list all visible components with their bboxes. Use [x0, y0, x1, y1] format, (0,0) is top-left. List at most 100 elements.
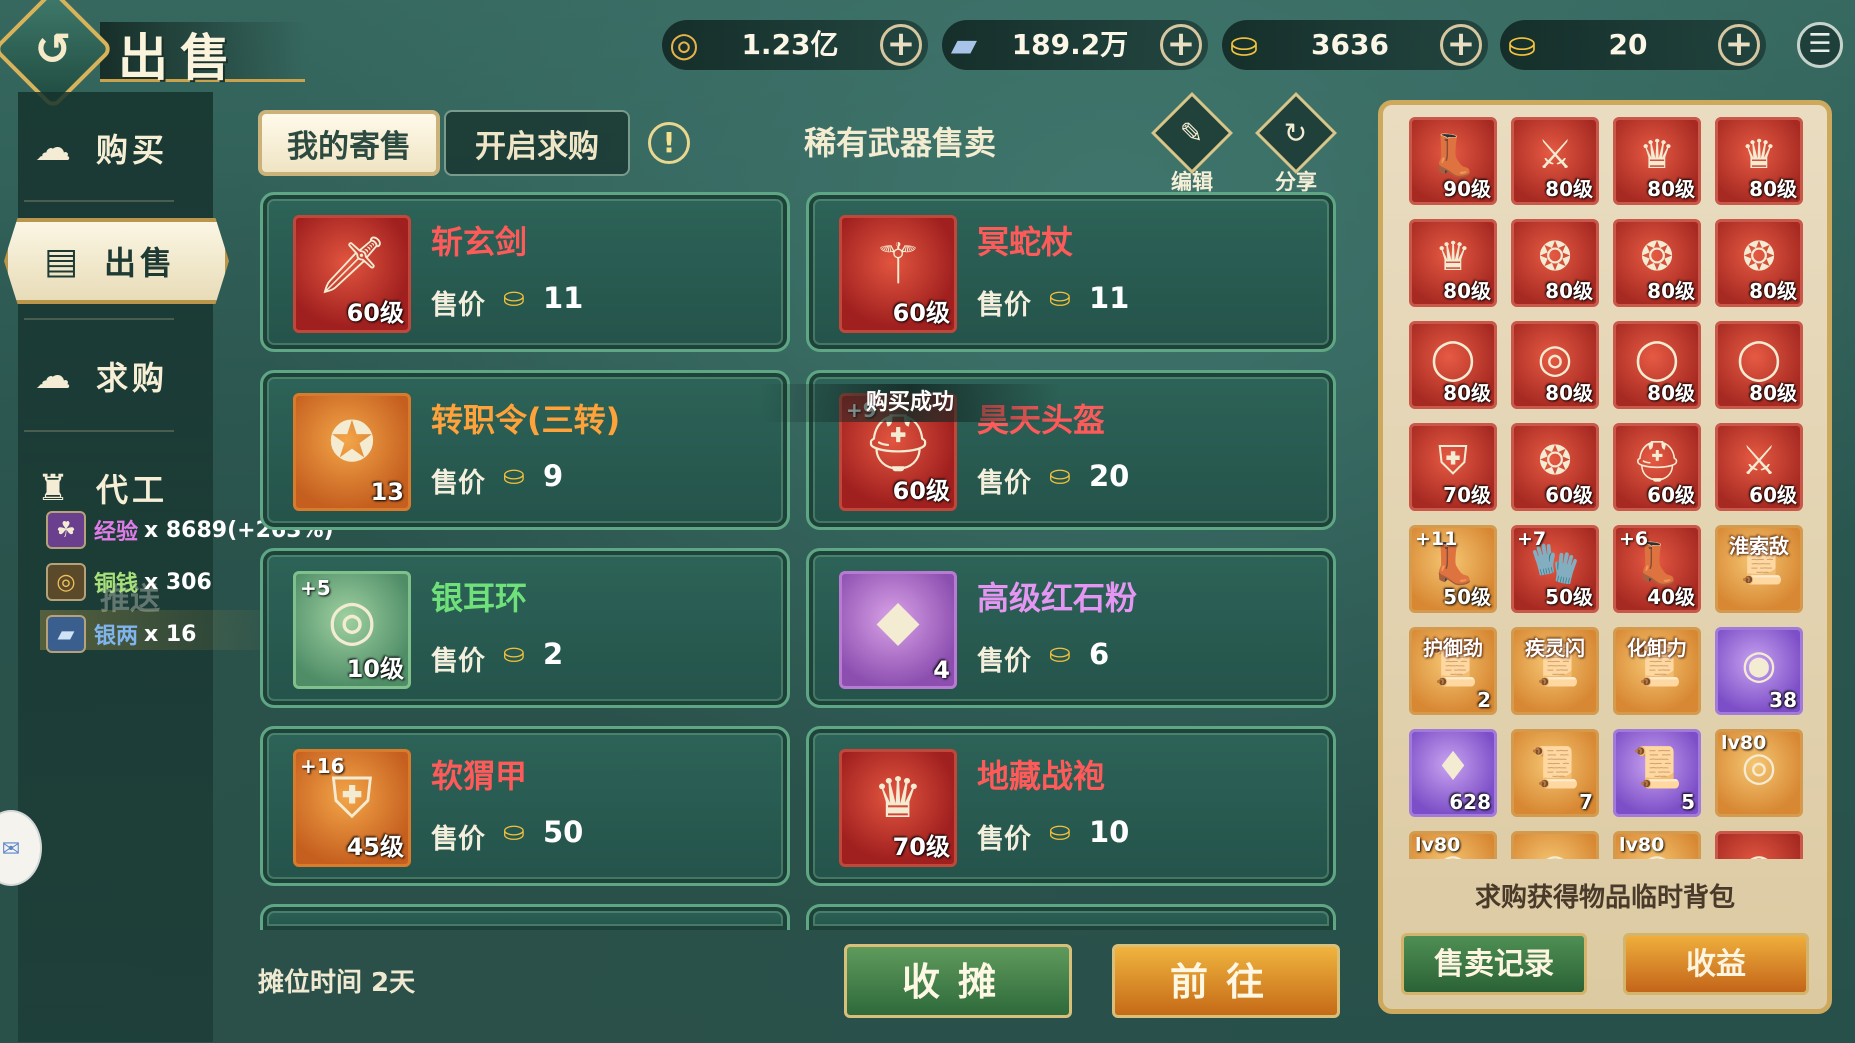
inventory-slot[interactable]: ♛ 80级 — [1409, 219, 1497, 307]
inventory-slot[interactable]: 📜 5 — [1613, 729, 1701, 817]
sale-card-partial — [806, 904, 1336, 930]
item-icon: ❂ — [1538, 234, 1572, 280]
inventory-slot[interactable]: ⛨ 70级 — [1409, 423, 1497, 511]
inventory-slot[interactable]: ♦ 628 — [1409, 729, 1497, 817]
slot-label: 40级 — [1647, 585, 1695, 609]
sale-card[interactable]: ✪ 13 转职令(三转) 售价 ⛀ 9 — [260, 370, 790, 530]
inventory-slot[interactable]: 🧤 +7 50级 — [1511, 525, 1599, 613]
inventory-slot[interactable]: ♛ 80级 — [1715, 117, 1803, 205]
inventory-slot[interactable]: ◎ 80级 — [1511, 321, 1599, 409]
slot-label: 60级 — [1545, 483, 1593, 507]
item-thumbnail: ✪ 13 — [293, 393, 411, 511]
info-icon[interactable]: ! — [648, 122, 690, 164]
item-count: 13 — [370, 478, 404, 506]
inventory-slot[interactable]: ◎ — [1511, 831, 1599, 859]
slot-enhance: +11 — [1415, 528, 1458, 550]
inventory-slot[interactable]: 👢 90级 — [1409, 117, 1497, 205]
sale-card[interactable]: ◆ 4 高级红石粉 售价 ⛀ 6 — [806, 548, 1336, 708]
close-stall-button[interactable]: 收摊 — [844, 944, 1072, 1018]
inventory-slot[interactable]: ⚔ 60级 — [1715, 423, 1803, 511]
inventory-slot[interactable]: ⚔ 80级 — [1511, 117, 1599, 205]
reward-silver: ▰ 银两 x 16 — [46, 614, 196, 654]
item-thumbnail: ⚚ 60级 — [839, 215, 957, 333]
edit-icon: ✎ — [1180, 116, 1204, 150]
inventory-slot[interactable]: ◎lv80 — [1715, 729, 1803, 817]
item-name: 高级红石粉 — [977, 579, 1138, 617]
reward-count: x 306 — [144, 569, 212, 595]
inventory-slot[interactable]: 📜 护御劲 2 — [1409, 627, 1497, 715]
inventory-slot[interactable]: ♛ 80级 — [1613, 117, 1701, 205]
inventory-slot[interactable]: ◎ — [1715, 831, 1803, 859]
inventory-slot[interactable]: 👢 +6 40级 — [1613, 525, 1701, 613]
sale-card[interactable]: ⚚ 60级 冥蛇杖 售价 ⛀ 11 — [806, 192, 1336, 352]
tab-open-request[interactable]: 开启求购 — [444, 110, 630, 176]
item-thumbnail: ◎ +5 10级 — [293, 571, 411, 689]
gold-ingot-icon: ⛀ — [503, 817, 525, 847]
slot-label: 80级 — [1545, 381, 1593, 405]
item-icon: ⚔ — [1741, 438, 1777, 484]
inventory-slot[interactable]: ❂ 80级 — [1715, 219, 1803, 307]
item-price: 2 — [543, 637, 564, 671]
price-label: 售价 — [977, 290, 1031, 321]
slot-label: 80级 — [1443, 279, 1491, 303]
inventory-slot[interactable]: ◉ 38 — [1715, 627, 1803, 715]
item-level: 45级 — [346, 833, 404, 861]
silver-ingot-icon: ▰ — [46, 615, 86, 653]
inventory-slot[interactable]: ◎lv80 — [1409, 831, 1497, 859]
slot-enhance: lv80 — [1415, 834, 1461, 856]
slot-label: 80级 — [1647, 279, 1695, 303]
add-currency-button[interactable]: + — [1440, 24, 1482, 66]
sale-card[interactable]: ⛨ +16 45级 软猬甲 售价 ⛀ 50 — [260, 726, 790, 886]
gold-ingot-icon: ⛀ — [1049, 817, 1071, 847]
add-currency-button[interactable]: + — [1718, 24, 1760, 66]
edit-button[interactable]: ✎ 编辑 — [1150, 91, 1234, 194]
add-currency-button[interactable]: + — [1160, 24, 1202, 66]
inventory-slot[interactable]: 📜 淮索敌 — [1715, 525, 1803, 613]
nav-item-buy[interactable]: ☁ 购买 — [0, 106, 195, 190]
item-icon: ♦ — [1435, 744, 1471, 790]
nav-label: 代工 — [96, 471, 169, 509]
gold-ingot-icon: ⛀ — [1229, 25, 1259, 65]
nav-item-request[interactable]: ☁ 求购 — [0, 334, 195, 418]
add-currency-button[interactable]: + — [880, 24, 922, 66]
sale-records-button[interactable]: 售卖记录 — [1401, 933, 1587, 995]
inventory-slot[interactable]: 📜 化卸力 — [1613, 627, 1701, 715]
nav-label: 购买 — [96, 131, 169, 169]
slot-enhance: +6 — [1619, 528, 1649, 550]
back-arrow-icon: ↺ — [34, 23, 72, 75]
sale-card[interactable]: ♛ 70级 地藏战袍 售价 ⛀ 10 — [806, 726, 1336, 886]
list-icon: ☰ — [1808, 29, 1832, 59]
inventory-slot[interactable]: 📜 疾灵闪 — [1511, 627, 1599, 715]
inventory-slot[interactable]: ◯ 80级 — [1409, 321, 1497, 409]
enhance-level: +16 — [300, 754, 345, 778]
toast-message: 购买成功 — [760, 384, 1060, 422]
inventory-slot[interactable]: ❂ 80级 — [1511, 219, 1599, 307]
reward-copper: ◎ 铜钱 x 306 — [46, 562, 212, 602]
item-name: 斩玄剑 — [431, 223, 528, 261]
inventory-slot[interactable]: ❂ 80级 — [1613, 219, 1701, 307]
gold-ingot-icon: ⛀ — [1507, 25, 1537, 65]
earnings-button[interactable]: 收益 — [1623, 933, 1809, 995]
item-icon: ◉ — [1741, 642, 1777, 688]
slot-title: 淮索敌 — [1729, 534, 1789, 558]
nav-item-sell[interactable]: ▤ 出售 — [4, 218, 229, 304]
inventory-slot[interactable]: 📜 7 — [1511, 729, 1599, 817]
inventory-slot[interactable]: ◎lv80 — [1613, 831, 1701, 859]
slot-label: 80级 — [1749, 279, 1797, 303]
menu-button[interactable]: ☰ — [1797, 22, 1843, 68]
tab-my-sales[interactable]: 我的寄售 — [258, 110, 440, 176]
inventory-slot[interactable]: ◯ 80级 — [1715, 321, 1803, 409]
inventory-slot[interactable]: ◯ 80级 — [1613, 321, 1701, 409]
inventory-slot[interactable]: 👢 +11 50级 — [1409, 525, 1497, 613]
go-button[interactable]: 前往 — [1112, 944, 1340, 1018]
slot-label: 38 — [1769, 688, 1797, 712]
item-price: 10 — [1089, 815, 1130, 849]
sale-card[interactable]: ◎ +5 10级 银耳环 售价 ⛀ 2 — [260, 548, 790, 708]
sale-card-partial — [260, 904, 790, 930]
share-button[interactable]: ↻ 分享 — [1254, 91, 1338, 194]
sale-card[interactable]: 🗡 60级 斩玄剑 售价 ⛀ 11 — [260, 192, 790, 352]
inventory-slot[interactable]: ⛑ 60级 — [1613, 423, 1701, 511]
nav-label: 出售 — [104, 244, 177, 282]
item-thumbnail: ◆ 4 — [839, 571, 957, 689]
inventory-slot[interactable]: ❂ 60级 — [1511, 423, 1599, 511]
